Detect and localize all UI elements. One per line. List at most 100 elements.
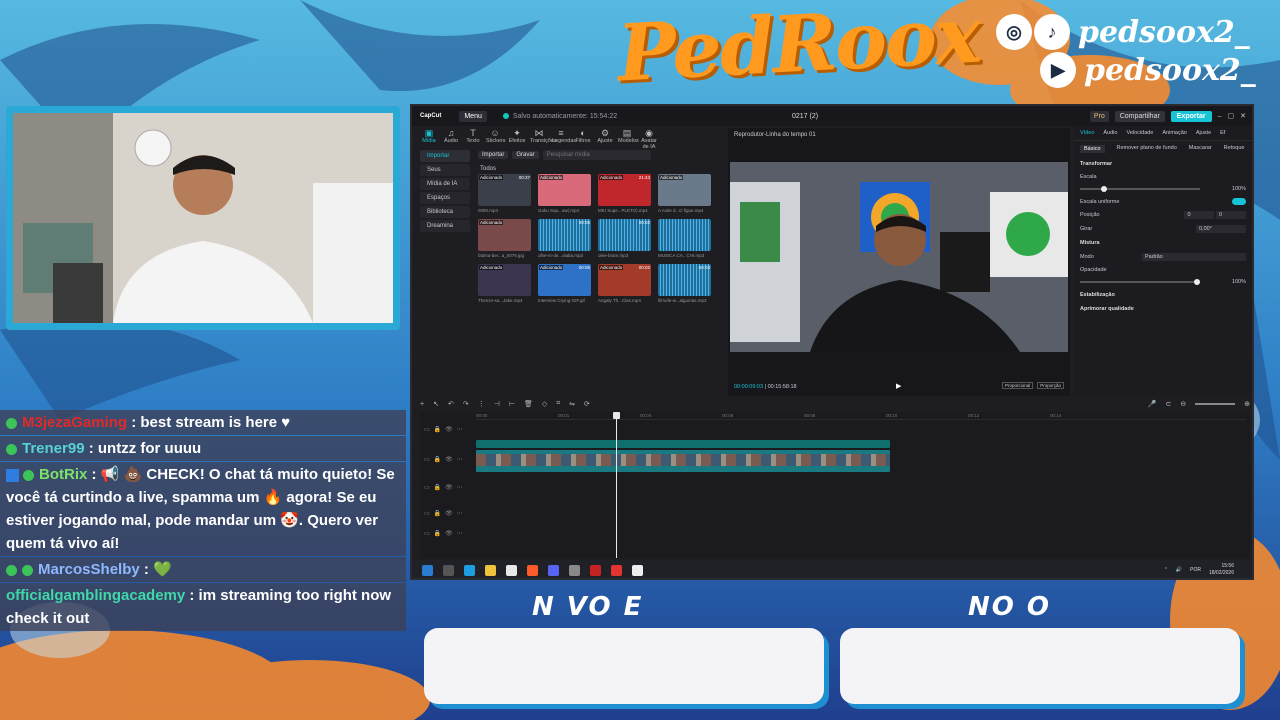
select-icon[interactable]: ↖ bbox=[433, 400, 439, 408]
tiktok-icon[interactable]: ♪ bbox=[1034, 14, 1070, 50]
chat-username[interactable]: officialgamblingacademy bbox=[6, 587, 185, 604]
position-x-input[interactable]: 0 bbox=[1184, 211, 1215, 219]
playhead[interactable] bbox=[613, 412, 620, 558]
track-controls[interactable]: ▭🔒👁⋯ bbox=[424, 456, 467, 463]
crop-icon[interactable]: ⌗ bbox=[556, 400, 560, 408]
media-item[interactable]: 00:02 olee-bram.mp3 bbox=[598, 219, 651, 258]
pro-button[interactable]: Pro bbox=[1089, 110, 1109, 122]
discord-icon[interactable] bbox=[548, 564, 559, 576]
media-item[interactable]: 00:03 filmofe-w...algumas.mp3 bbox=[658, 264, 711, 303]
sidebar-item[interactable]: Importar bbox=[420, 150, 470, 162]
zoom-in-icon[interactable]: ⊕ bbox=[1244, 400, 1250, 408]
media-item[interactable]: 00:05 olhe-m-de...olaba.mp3 bbox=[538, 219, 591, 258]
chat-username[interactable]: Trener99 bbox=[22, 440, 85, 457]
media-item[interactable]: Adicionado 00:37 0080.mp4 bbox=[478, 174, 531, 213]
scale-slider[interactable] bbox=[1080, 186, 1200, 192]
stabilize-section[interactable]: Estabilização bbox=[1074, 288, 1252, 302]
edge-icon[interactable] bbox=[464, 564, 475, 576]
tool-áudio[interactable]: ♫ Áudio bbox=[442, 128, 460, 146]
opacity-slider[interactable] bbox=[1080, 279, 1200, 285]
chat-username[interactable]: MarcosShelby bbox=[38, 561, 140, 578]
freeze-icon[interactable]: ◇ bbox=[542, 400, 547, 408]
props-subtab[interactable]: Remover plano de fundo bbox=[1117, 145, 1177, 153]
opacity-slider-knob[interactable] bbox=[1194, 279, 1200, 285]
scale-value[interactable]: 100% bbox=[1232, 186, 1246, 192]
split-right-icon[interactable]: ⊢ bbox=[509, 400, 515, 408]
fit-button[interactable]: Proporcional bbox=[1001, 382, 1034, 389]
scale-slider-knob[interactable] bbox=[1100, 186, 1107, 192]
chat-username[interactable]: BotRix bbox=[39, 466, 87, 483]
props-subtab[interactable]: Mascarar bbox=[1189, 145, 1212, 153]
media-item[interactable]: Adicionado fatima-ber...a_0079.jpg bbox=[478, 219, 531, 258]
track-controls[interactable]: ▭🔒👁⋯ bbox=[424, 510, 467, 517]
track-controls[interactable]: ▭🔒👁⋯ bbox=[424, 484, 467, 491]
props-tab[interactable]: Vídeo bbox=[1080, 130, 1094, 136]
share-button[interactable]: Compartilhar bbox=[1114, 110, 1165, 122]
props-tab[interactable]: Animação bbox=[1162, 130, 1186, 136]
media-item[interactable]: MUSICA CA...CHI.mp3 bbox=[658, 219, 711, 258]
recorder-icon[interactable] bbox=[590, 564, 601, 576]
tool-transições[interactable]: ⋈ Transições bbox=[530, 128, 557, 146]
media-item[interactable]: Adicionado 00:05 Interview Crying-GIF.gif bbox=[538, 264, 591, 303]
rotate-input[interactable]: 0,00° bbox=[1196, 225, 1246, 233]
media-item[interactable]: Adicionado Thenze-sa...Jake.mp4 bbox=[478, 264, 531, 303]
menu-button[interactable]: Menu bbox=[459, 110, 487, 122]
chevron-up-icon[interactable]: ⌃ bbox=[1164, 567, 1168, 573]
position-y-input[interactable]: 0 bbox=[1216, 211, 1246, 219]
props-tab[interactable]: Ef bbox=[1220, 130, 1225, 136]
import-button[interactable]: Importar bbox=[478, 151, 509, 159]
props-subtab[interactable]: Retoque bbox=[1224, 145, 1245, 153]
store-icon[interactable] bbox=[506, 564, 517, 576]
capcut-icon[interactable] bbox=[632, 564, 643, 576]
transform-section[interactable]: Transformar bbox=[1074, 157, 1252, 171]
sidebar-item[interactable]: Espaços bbox=[420, 192, 470, 204]
tool-modelos[interactable]: ▤ Modelos bbox=[618, 128, 639, 146]
sidebar-item[interactable]: Biblioteca bbox=[420, 206, 470, 218]
media-item[interactable]: Adicionado 21:43 MKI Supe...PLETO).mp4 bbox=[598, 174, 651, 213]
undo-icon[interactable]: ↶ bbox=[448, 400, 454, 408]
zoom-slider[interactable] bbox=[1195, 403, 1236, 405]
minimize-icon[interactable]: – bbox=[1218, 113, 1222, 120]
search-icon[interactable] bbox=[443, 564, 454, 576]
opera-icon[interactable] bbox=[611, 564, 622, 576]
audio-clip[interactable] bbox=[476, 440, 890, 448]
sidebar-item[interactable]: Seus bbox=[420, 164, 470, 176]
language-indicator[interactable]: POR bbox=[1190, 567, 1201, 573]
close-icon[interactable]: ✕ bbox=[1240, 112, 1246, 120]
magnet-icon[interactable]: ⊂ bbox=[1165, 400, 1171, 408]
mic-icon[interactable]: 🎤 bbox=[1148, 400, 1157, 408]
mirror-icon[interactable]: ⇋ bbox=[569, 400, 575, 408]
tool-mídia[interactable]: ▣ Mídia bbox=[420, 128, 438, 146]
sidebar-item[interactable]: Dreamina bbox=[420, 220, 470, 232]
rotate-icon[interactable]: ⟳ bbox=[584, 400, 590, 408]
media-item[interactable]: Adicionado Goku Sup...ow(.mp4 bbox=[538, 174, 591, 213]
chat-username[interactable]: M3jezaGaming bbox=[22, 414, 127, 431]
sidebar-item[interactable]: Mídia de IA bbox=[420, 178, 470, 190]
split-icon[interactable]: ⋮ bbox=[478, 400, 485, 408]
props-tab[interactable]: Velocidade bbox=[1126, 130, 1153, 136]
media-search-input[interactable]: Pesquisar mídia bbox=[542, 150, 651, 160]
explorer-icon[interactable] bbox=[485, 564, 496, 576]
export-button[interactable]: Exportar bbox=[1170, 110, 1212, 122]
props-tab[interactable]: Ajuste bbox=[1196, 130, 1211, 136]
redo-icon[interactable]: ↷ bbox=[463, 400, 469, 408]
tool-stickers[interactable]: ☺ Stickers bbox=[486, 128, 506, 146]
play-icon[interactable]: ▶ bbox=[896, 382, 901, 390]
tool-efeitos[interactable]: ✦ Efeitos bbox=[508, 128, 526, 146]
media-item[interactable]: Adicionado A noite d...D figue.mp4 bbox=[658, 174, 711, 213]
track-controls[interactable]: ▭🔒👁⋯ bbox=[424, 530, 467, 537]
preview-screen[interactable] bbox=[730, 162, 1068, 352]
mode-select[interactable]: Padrão bbox=[1142, 253, 1246, 261]
instagram-icon[interactable]: ◎ bbox=[996, 14, 1032, 50]
opacity-value[interactable]: 100% bbox=[1232, 279, 1246, 285]
maximize-icon[interactable]: ▢ bbox=[1228, 112, 1235, 120]
tool-legendas[interactable]: ≡ Legendas bbox=[552, 128, 576, 146]
tool-avatar-de-ia[interactable]: ◉ Avatar de IA bbox=[640, 128, 658, 150]
tool-texto[interactable]: T Texto bbox=[464, 128, 482, 146]
add-icon[interactable]: + bbox=[420, 401, 424, 408]
uniform-scale-toggle[interactable] bbox=[1232, 198, 1246, 205]
tool-filtros[interactable]: ◐ Filtros bbox=[574, 128, 592, 146]
props-subtab[interactable]: Básico bbox=[1080, 145, 1105, 153]
video-clip[interactable] bbox=[476, 450, 890, 472]
track-controls[interactable]: ▭🔒👁⋯ bbox=[424, 426, 467, 433]
